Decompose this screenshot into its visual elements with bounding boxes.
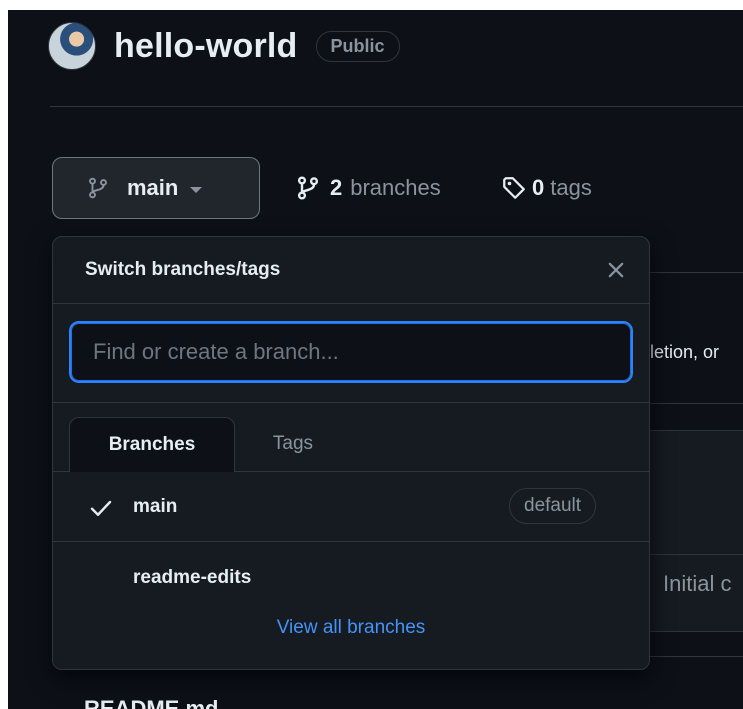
tab-branches[interactable]: Branches <box>69 417 235 472</box>
branches-label: branches <box>350 175 441 200</box>
caret-down-icon <box>190 187 203 193</box>
branch-item-main[interactable]: main default <box>53 472 649 542</box>
git-branch-icon <box>89 177 107 199</box>
tag-icon <box>503 177 525 199</box>
repo-page: hello-world Public main 2 branches 0 tag… <box>8 10 743 709</box>
branch-select-button[interactable]: main <box>52 157 260 219</box>
view-all-branches-link[interactable]: View all branches <box>53 617 649 639</box>
tab-tags[interactable]: Tags <box>243 417 343 471</box>
visibility-badge: Public <box>315 30 400 62</box>
branch-item-readme-edits[interactable]: readme-edits <box>53 543 649 613</box>
branch-search-input[interactable] <box>69 321 633 383</box>
current-branch-label: main <box>127 175 179 200</box>
git-branch-icon <box>297 176 319 200</box>
dropdown-header: Switch branches/tags <box>53 237 649 304</box>
branches-count-link[interactable]: 2 branches <box>296 170 441 206</box>
tags-count-link[interactable]: 0 tags <box>502 170 592 206</box>
dropdown-title: Switch branches/tags <box>85 259 281 280</box>
readme-title[interactable]: README.md <box>84 696 218 709</box>
branch-item-label: main <box>133 496 178 517</box>
branch-search-wrapper <box>53 304 649 403</box>
branch-tag-tabs: Branches Tags <box>53 403 649 472</box>
check-icon <box>90 500 112 516</box>
tags-label: tags <box>550 175 592 200</box>
background-commit-message[interactable]: Initial c <box>663 571 731 597</box>
background-description-text: letion, or <box>650 342 720 362</box>
branch-switcher-dropdown: Switch branches/tags Branches Tags main … <box>52 236 650 670</box>
branch-item-label: readme-edits <box>133 567 252 588</box>
repo-header: hello-world Public <box>48 22 400 70</box>
default-branch-badge: default <box>509 488 597 524</box>
owner-avatar[interactable] <box>48 22 96 70</box>
close-icon[interactable] <box>605 259 627 281</box>
header-divider <box>50 106 743 107</box>
repo-name[interactable]: hello-world <box>114 27 298 66</box>
tags-count: 0 <box>532 175 545 200</box>
branch-list: main default readme-edits <box>53 472 649 669</box>
branches-count: 2 <box>330 175 343 200</box>
